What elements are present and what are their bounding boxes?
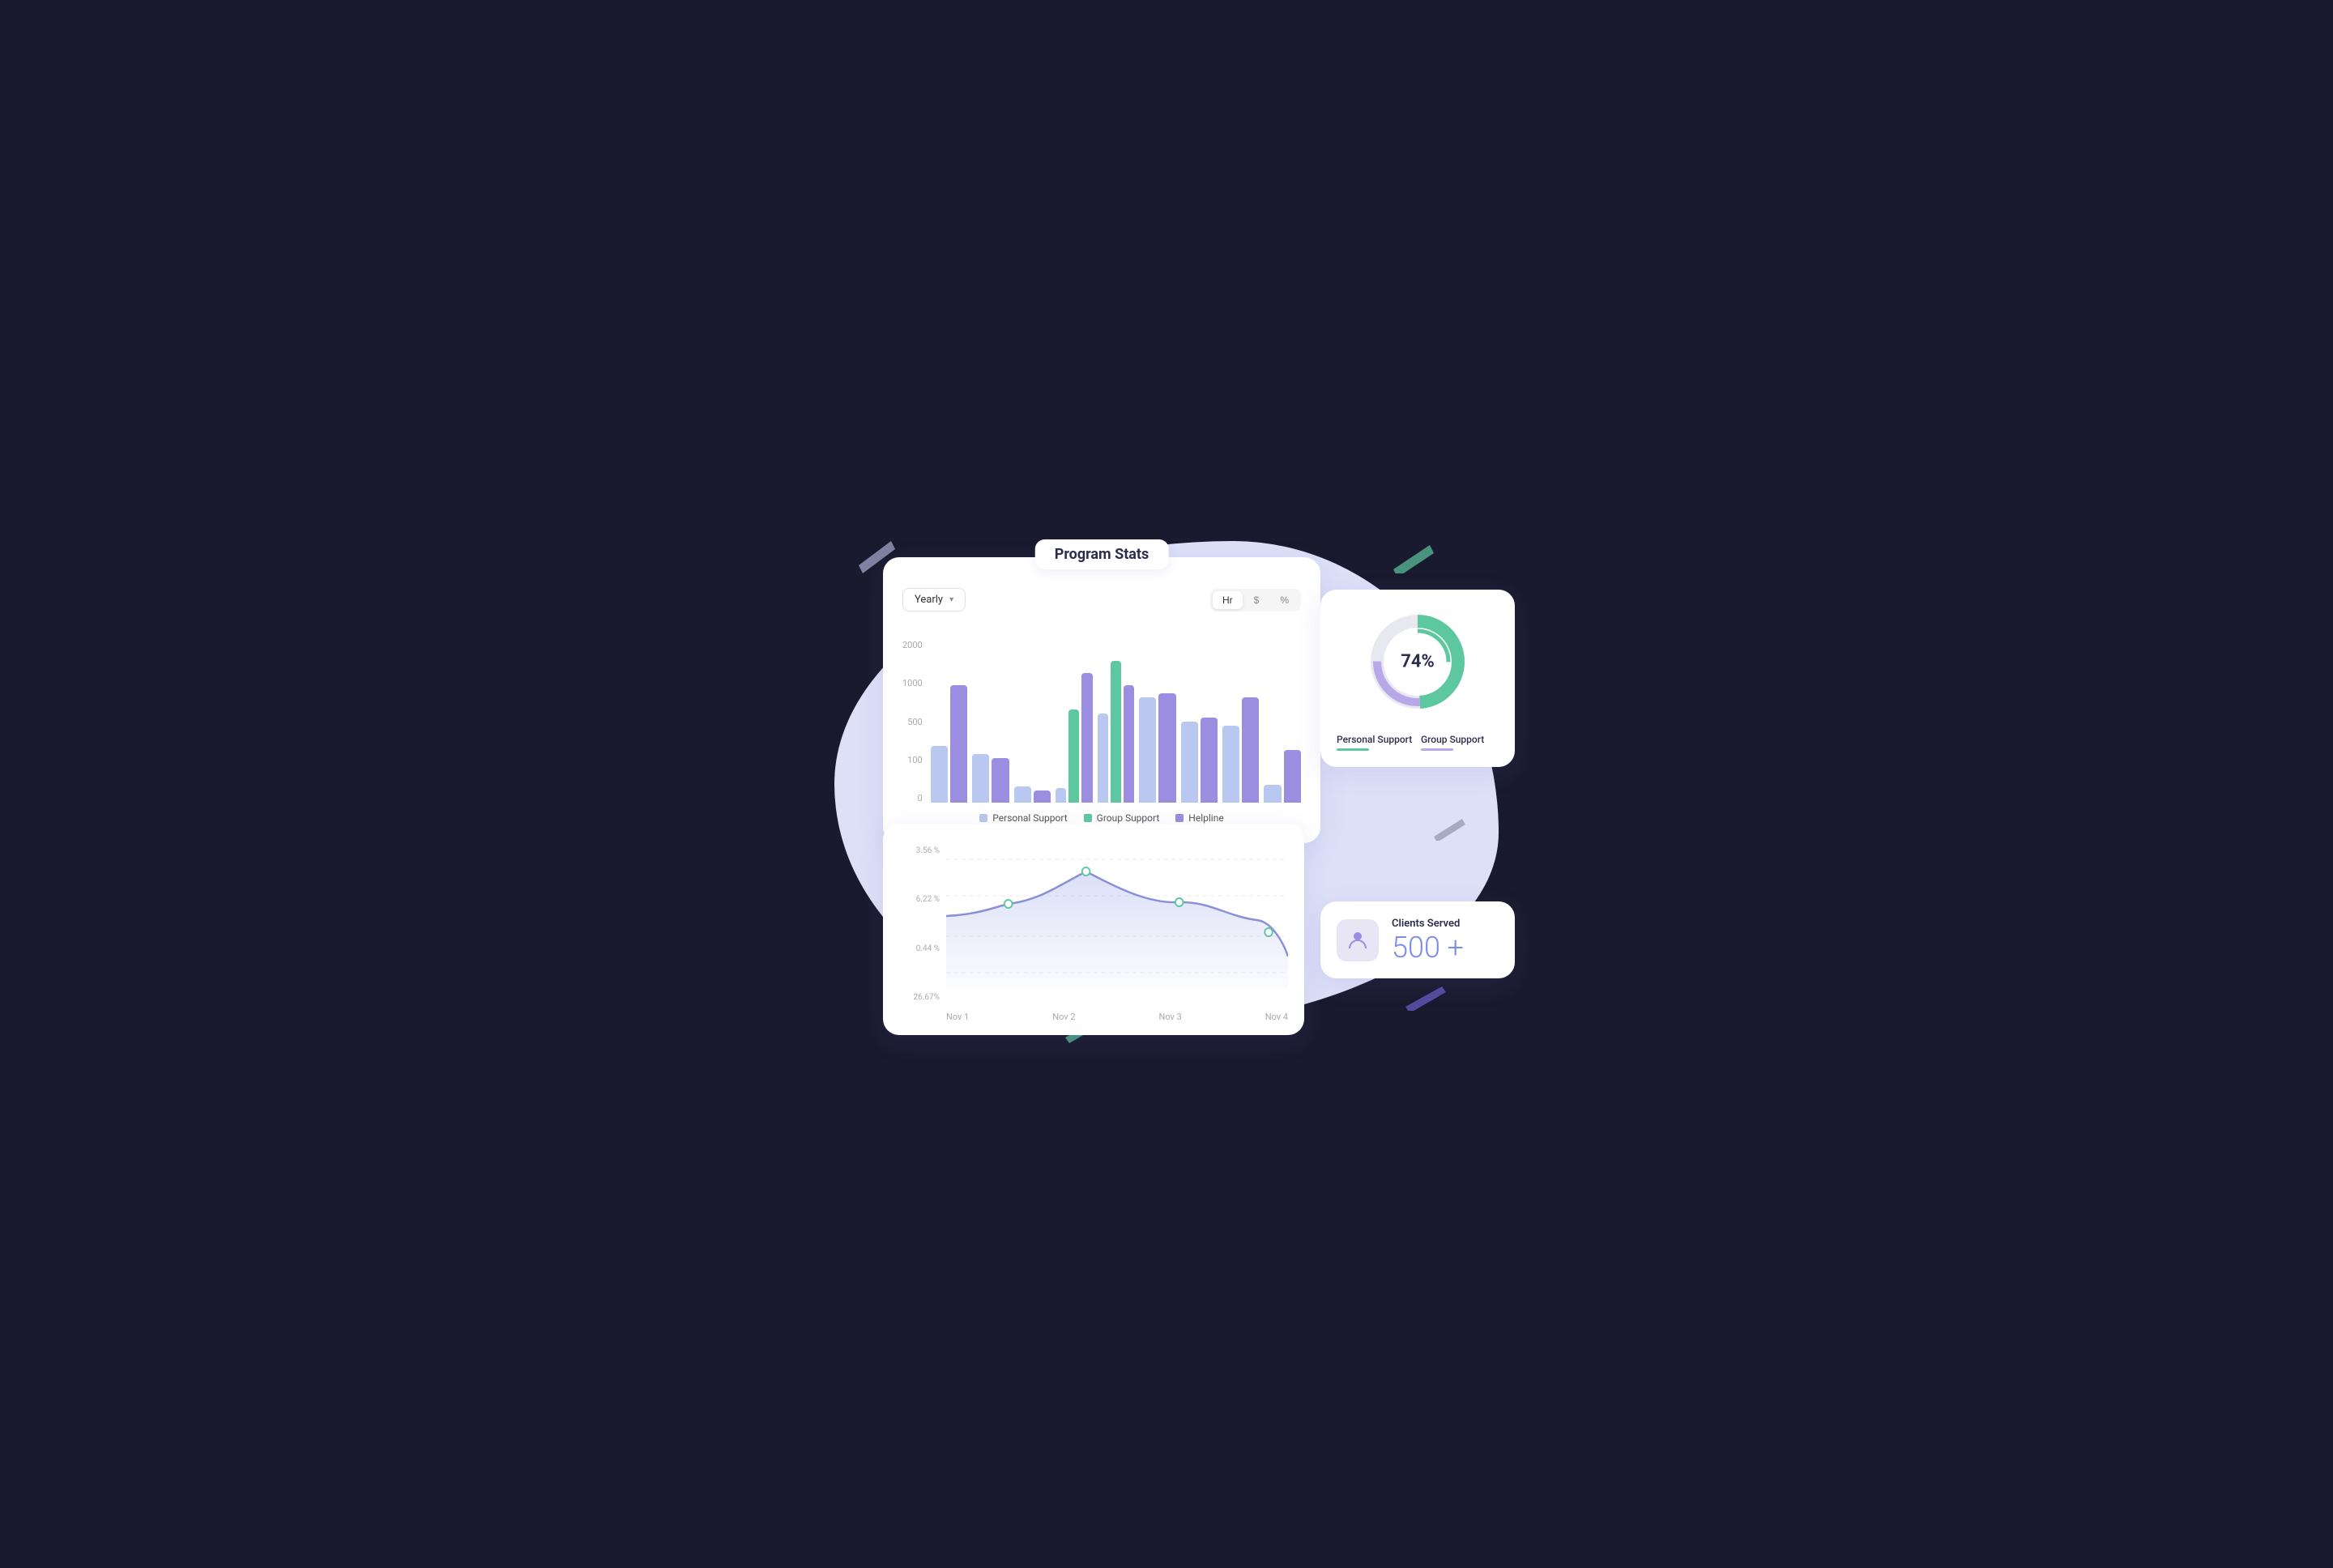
bar-personal-4 xyxy=(1056,788,1066,803)
bar-group-4 xyxy=(1068,709,1079,803)
line-x-label-1: Nov 1 xyxy=(946,1012,969,1022)
y-label-1000: 1000 xyxy=(902,679,923,688)
legend-group-support: Group Support xyxy=(1084,812,1160,824)
y-label-2000: 2000 xyxy=(902,641,923,650)
bar-personal-2 xyxy=(972,754,989,803)
dropdown-arrow-icon: ▾ xyxy=(949,595,953,604)
line-x-label-2: Nov 2 xyxy=(1052,1012,1075,1022)
client-info: Clients Served 500 + xyxy=(1392,918,1464,962)
donut-wrapper: 74% xyxy=(1365,609,1470,714)
donut-legend-personal-label: Personal Support xyxy=(1337,734,1412,745)
deco-top-right xyxy=(1389,541,1434,573)
donut-legend-personal-line xyxy=(1337,748,1369,751)
donut-legend-personal: Personal Support xyxy=(1337,734,1414,751)
bar-helpline-1 xyxy=(950,685,967,803)
line-x-label-4: Nov 4 xyxy=(1265,1012,1288,1022)
bar-group-9 xyxy=(1264,750,1300,803)
unit-percent-button[interactable]: % xyxy=(1270,591,1299,609)
client-icon xyxy=(1337,919,1379,961)
donut-legend-group-line xyxy=(1421,748,1453,751)
dropdown-value: Yearly xyxy=(915,594,943,606)
bar-helpline-8 xyxy=(1242,697,1259,803)
bar-group-s-5 xyxy=(1111,661,1121,803)
dashboard-scene: Program Stats Yearly ▾ Hr $ % 2000 1000 … xyxy=(802,509,1531,1059)
bar-helpline-3 xyxy=(1034,790,1051,803)
bar-helpline-6 xyxy=(1158,693,1175,803)
bar-group-7 xyxy=(1181,718,1218,803)
bar-helpline-2 xyxy=(992,758,1009,803)
line-x-labels: Nov 1 Nov 2 Nov 3 Nov 4 xyxy=(946,1012,1288,1022)
program-stats-title: Program Stats xyxy=(1035,539,1169,569)
bar-personal-9 xyxy=(1264,785,1281,803)
clients-served-count: 500 + xyxy=(1392,933,1464,962)
y-label-0: 0 xyxy=(902,794,923,803)
chart-header: Yearly ▾ Hr $ % xyxy=(902,588,1301,611)
bar-personal-6 xyxy=(1139,697,1156,803)
bar-personal-5 xyxy=(1098,714,1108,803)
legend-label-helpline: Helpline xyxy=(1188,812,1223,824)
legend-personal-support: Personal Support xyxy=(979,812,1067,824)
line-point-3 xyxy=(1175,898,1184,906)
line-chart-svg xyxy=(946,843,1288,989)
clients-served-card: Clients Served 500 + xyxy=(1320,901,1515,978)
bar-chart-y-axis: 2000 1000 500 100 0 xyxy=(902,641,923,803)
legend-label-group: Group Support xyxy=(1097,812,1160,824)
legend-dot-personal xyxy=(979,814,987,822)
bar-group-6 xyxy=(1139,693,1175,803)
deco-bottom-right xyxy=(1401,982,1446,1011)
legend-dot-group xyxy=(1084,814,1092,822)
bar-personal-3 xyxy=(1014,786,1031,803)
line-y-label-4: 26.67% xyxy=(899,993,940,1002)
legend-dot-helpline xyxy=(1175,814,1184,822)
unit-hr-button[interactable]: Hr xyxy=(1213,591,1243,609)
bar-helpline-7 xyxy=(1201,718,1218,803)
bar-personal-1 xyxy=(931,746,948,803)
period-dropdown[interactable]: Yearly ▾ xyxy=(902,588,966,611)
bar-helpline-9 xyxy=(1284,750,1301,803)
bar-group-4 xyxy=(1056,673,1092,803)
y-label-500: 500 xyxy=(902,718,923,726)
bar-group-2 xyxy=(972,754,1009,803)
bar-personal-8 xyxy=(1222,726,1239,803)
bar-helpline-4 xyxy=(1081,673,1092,803)
legend-label-personal: Personal Support xyxy=(992,812,1067,824)
bar-chart-legend: Personal Support Group Support Helpline xyxy=(902,812,1301,824)
bars-area xyxy=(931,641,1301,803)
donut-percentage: 74% xyxy=(1401,652,1435,672)
line-y-axis: 3.56 % 6.22 % 0.44 % 26.67% xyxy=(899,843,940,1005)
line-x-label-3: Nov 3 xyxy=(1158,1012,1181,1022)
line-point-4 xyxy=(1265,928,1273,936)
donut-legend: Personal Support Group Support xyxy=(1337,734,1499,751)
line-point-1 xyxy=(1004,900,1013,908)
line-y-label-2: 6.22 % xyxy=(899,895,940,904)
bar-personal-7 xyxy=(1181,722,1198,803)
unit-dollar-button[interactable]: $ xyxy=(1244,591,1269,609)
line-y-label-1: 3.56 % xyxy=(899,846,940,855)
y-label-100: 100 xyxy=(902,756,923,765)
line-chart-card: 3.56 % 6.22 % 0.44 % 26.67% xyxy=(883,824,1304,1035)
donut-legend-group-label: Group Support xyxy=(1421,734,1484,745)
clients-served-title: Clients Served xyxy=(1392,918,1464,930)
bar-helpline-5 xyxy=(1124,685,1134,803)
bar-group-5 xyxy=(1098,661,1134,803)
line-point-2 xyxy=(1082,867,1090,876)
donut-chart-card: 74% Personal Support Group Support xyxy=(1320,590,1515,767)
legend-helpline: Helpline xyxy=(1175,812,1223,824)
program-stats-card: Program Stats Yearly ▾ Hr $ % 2000 1000 … xyxy=(883,557,1320,843)
bar-group-8 xyxy=(1222,697,1259,803)
bar-group-3 xyxy=(1014,786,1051,803)
bar-chart: 2000 1000 500 100 0 xyxy=(902,624,1301,803)
unit-toggle-group: Hr $ % xyxy=(1210,589,1301,611)
person-icon xyxy=(1346,929,1369,952)
donut-legend-group: Group Support xyxy=(1421,734,1499,751)
bar-group-1 xyxy=(931,685,967,803)
line-y-label-3: 0.44 % xyxy=(899,944,940,953)
deco-mid-right xyxy=(1430,816,1466,841)
line-chart-wrapper: 3.56 % 6.22 % 0.44 % 26.67% xyxy=(899,843,1288,1005)
